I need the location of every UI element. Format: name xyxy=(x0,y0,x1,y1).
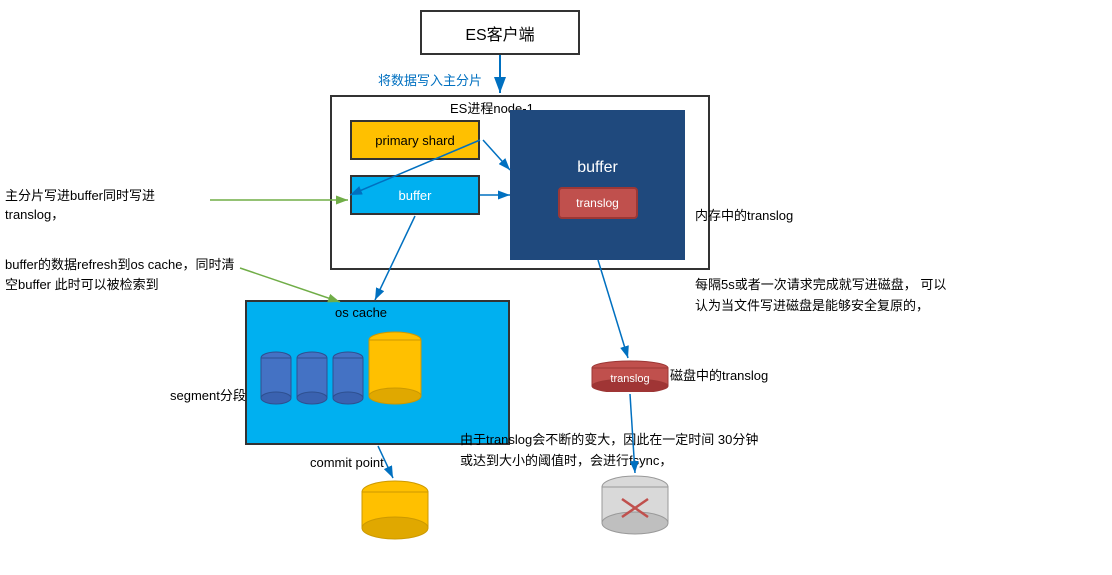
primary-shard-box: primary shard xyxy=(350,120,480,160)
seg-cyl-gold xyxy=(368,330,423,405)
translog-disk-area: translog xyxy=(590,360,670,392)
label-fsync: 由于translog会不断的变大，因此在一定时间 30分钟或达到大小的阈值时，会… xyxy=(460,430,760,472)
seg-cyl-1 xyxy=(260,350,292,405)
disk-gold xyxy=(360,480,430,540)
es-client-label: ES客户端 xyxy=(465,21,534,45)
label-segment: segment分段 xyxy=(170,385,246,404)
label-write-primary: 将数据写入主分片 xyxy=(378,70,482,89)
label-write-buffer-translog: 主分片写进buffer同时写进translog， xyxy=(5,185,205,223)
svg-text:translog: translog xyxy=(610,373,649,385)
label-refresh: buffer的数据refresh到os cache，同时清空buffer 此时可… xyxy=(5,255,245,294)
label-disk-translog: 磁盘中的translog xyxy=(670,365,768,384)
seg-cyl-2 xyxy=(296,350,328,405)
disk-gray xyxy=(600,475,670,535)
buffer-right-label: buffer xyxy=(577,159,618,177)
os-cache-label: os cache xyxy=(335,305,387,320)
es-client-box: ES客户端 xyxy=(420,10,580,55)
segment-area xyxy=(260,330,423,405)
translog-cylinder-mem: translog xyxy=(558,187,638,219)
label-mem-translog: 内存中的translog xyxy=(695,205,793,224)
buffer-inner-box: buffer xyxy=(350,175,480,215)
buffer-translog-box: buffer translog xyxy=(510,110,685,260)
translog-disk-cylinder: translog xyxy=(590,360,670,392)
seg-cyl-3 xyxy=(332,350,364,405)
label-commit: commit point xyxy=(310,455,384,470)
translog-red-body: translog xyxy=(558,187,638,219)
label-5s: 每隔5s或者一次请求完成就写进磁盘， 可以认为当文件写进磁盘是能够安全复原的， xyxy=(695,275,955,317)
